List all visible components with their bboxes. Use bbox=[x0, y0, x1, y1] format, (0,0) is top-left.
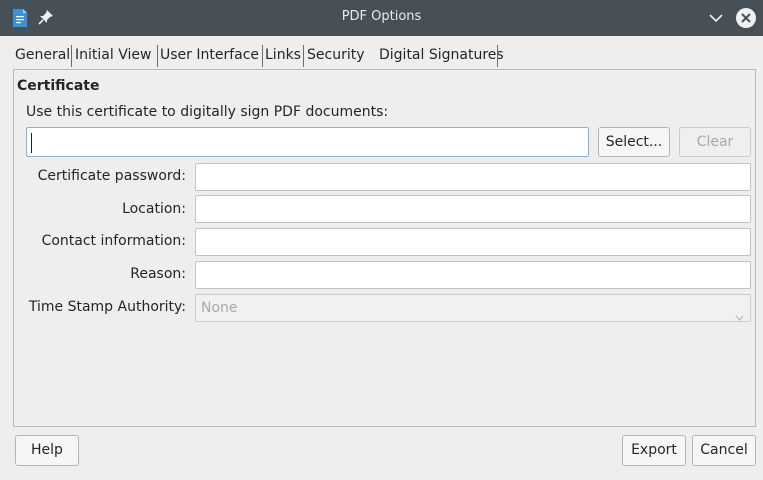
location-label: Location: bbox=[122, 201, 186, 217]
minimize-chevron-icon[interactable] bbox=[708, 11, 724, 25]
tab-digital-signatures[interactable]: Digital Signatures bbox=[379, 42, 504, 70]
tab-initial-view[interactable]: Initial View bbox=[75, 42, 151, 70]
tab-separator bbox=[262, 45, 263, 67]
tab-separator bbox=[303, 45, 304, 67]
select-button-label: Select... bbox=[605, 134, 663, 150]
contact-information-label: Contact information: bbox=[41, 233, 186, 249]
tab-general[interactable]: General bbox=[15, 42, 70, 70]
title-bar: PDF Options bbox=[0, 0, 763, 36]
use-certificate-label: Use this certificate to digitally sign P… bbox=[26, 104, 389, 120]
clear-button[interactable]: Clear bbox=[679, 127, 751, 157]
tab-user-interface[interactable]: User Interface bbox=[160, 42, 259, 70]
help-button[interactable]: Help bbox=[15, 435, 79, 466]
tab-security[interactable]: Security bbox=[307, 42, 365, 70]
cancel-button[interactable]: Cancel bbox=[692, 435, 756, 466]
contact-information-field[interactable] bbox=[195, 228, 751, 256]
clear-button-label: Clear bbox=[696, 134, 734, 150]
window-title: PDF Options bbox=[341, 9, 422, 24]
cancel-button-label: Cancel bbox=[700, 442, 748, 458]
time-stamp-authority-label: Time Stamp Authority: bbox=[28, 299, 186, 315]
certificate-password-label: Certificate password: bbox=[37, 168, 186, 184]
certificate-password-field[interactable] bbox=[195, 163, 751, 191]
tab-separator bbox=[497, 45, 498, 67]
export-button[interactable]: Export bbox=[622, 435, 686, 466]
close-icon[interactable] bbox=[735, 7, 757, 29]
reason-label: Reason: bbox=[130, 266, 186, 282]
tab-separator bbox=[157, 45, 158, 67]
select-button[interactable]: Select... bbox=[598, 127, 670, 157]
chevron-down-icon bbox=[735, 305, 744, 321]
export-button-label: Export bbox=[631, 442, 677, 458]
text-caret bbox=[31, 133, 32, 153]
section-title-certificate: Certificate bbox=[17, 78, 100, 94]
tab-links[interactable]: Links bbox=[265, 42, 301, 70]
tab-separator bbox=[71, 45, 72, 67]
certificate-input[interactable] bbox=[26, 127, 589, 157]
time-stamp-authority-value: None bbox=[201, 300, 238, 316]
help-button-label: Help bbox=[31, 442, 63, 458]
time-stamp-authority-select[interactable]: None bbox=[195, 294, 751, 322]
reason-field[interactable] bbox=[195, 261, 751, 289]
location-field[interactable] bbox=[195, 195, 751, 223]
